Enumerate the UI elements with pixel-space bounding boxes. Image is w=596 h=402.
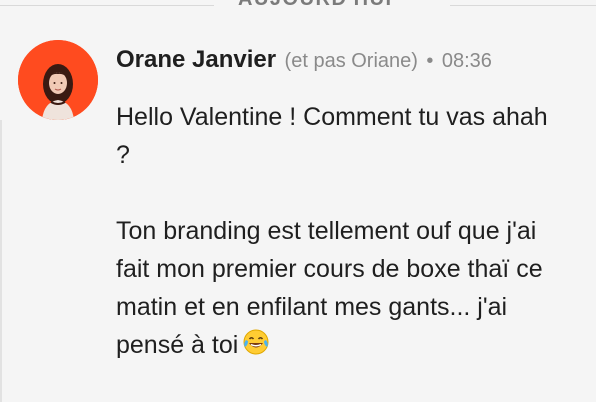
user-photo-icon	[18, 40, 98, 120]
author-name[interactable]: Orane Janvier	[116, 46, 276, 73]
avatar[interactable]	[18, 40, 98, 120]
author-nickname: (et pas Oriane)	[284, 50, 418, 72]
message-paragraph-text: Ton branding est tellement ouf que j'ai …	[116, 217, 543, 359]
message-body: Hello Valentine ! Comment tu vas ahah ? …	[116, 98, 566, 367]
meta-separator: •	[426, 50, 434, 72]
divider-line-left	[0, 5, 214, 6]
message-paragraph: Hello Valentine ! Comment tu vas ahah ?	[116, 103, 548, 169]
message-timestamp: 08:36	[441, 50, 492, 72]
message-header: Orane Janvier (et pas Oriane) • 08:36	[116, 46, 492, 74]
chat-view: AUJOURD'HUI O	[0, 0, 596, 402]
date-divider-label: AUJOURD'HUI	[238, 0, 393, 11]
message-paragraph: Ton branding est tellement ouf que j'ai …	[116, 212, 566, 367]
tears-of-joy-icon	[242, 328, 270, 367]
panel-edge	[0, 120, 2, 402]
date-divider: AUJOURD'HUI	[0, 0, 596, 14]
divider-line-right	[450, 5, 596, 6]
